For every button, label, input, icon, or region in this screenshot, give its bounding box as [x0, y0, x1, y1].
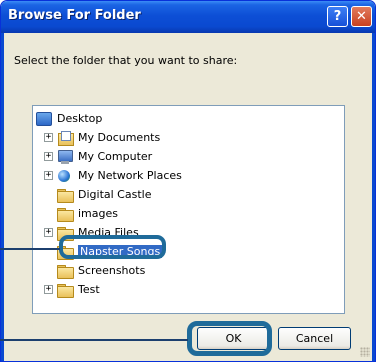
folder-icon — [57, 264, 74, 279]
expand-icon[interactable]: + — [44, 171, 53, 180]
desktop-icon — [36, 111, 52, 126]
tree-item-label: images — [78, 207, 118, 220]
tree-item-label: My Documents — [78, 131, 161, 144]
tree-item-label: My Computer — [78, 150, 153, 163]
tree-item-test[interactable]: + Test — [44, 280, 100, 299]
window-frame-right — [372, 33, 375, 361]
my-computer-icon — [57, 149, 73, 164]
tree-item-my-network-places[interactable]: + My Network Places — [44, 166, 182, 185]
folder-icon — [57, 283, 74, 298]
window-frame-left — [1, 33, 4, 361]
napster-songs-callout-ring — [59, 235, 166, 259]
title-bar[interactable]: Browse For Folder ? ✕ — [1, 1, 375, 33]
window-title: Browse For Folder — [8, 8, 141, 23]
folder-icon — [57, 188, 74, 203]
ok-callout-ring — [187, 321, 272, 356]
tree-item-desktop[interactable]: Desktop — [36, 109, 102, 128]
tree-item-label: My Network Places — [78, 169, 182, 182]
tree-item-images[interactable]: images — [57, 204, 118, 223]
tree-item-screenshots[interactable]: Screenshots — [57, 261, 145, 280]
my-documents-icon — [57, 130, 74, 146]
folder-tree[interactable]: Desktop + My Documents + My Computer + M… — [32, 105, 345, 314]
tree-item-my-documents[interactable]: + My Documents — [44, 128, 160, 147]
expand-icon[interactable]: + — [44, 152, 53, 161]
tree-item-digital-castle[interactable]: Digital Castle — [57, 185, 151, 204]
browse-for-folder-dialog: Browse For Folder ? ✕ Select the folder … — [0, 0, 376, 362]
tree-item-label: Screenshots — [78, 264, 146, 277]
expand-icon[interactable]: + — [44, 285, 53, 294]
callout-line-ok — [0, 339, 188, 341]
close-button[interactable]: ✕ — [351, 6, 372, 27]
prompt-text: Select the folder that you want to share… — [14, 54, 238, 67]
resize-grip-icon[interactable] — [360, 347, 370, 357]
tree-item-label: Desktop — [57, 112, 103, 125]
network-places-icon — [57, 169, 73, 183]
folder-icon — [57, 207, 74, 222]
tree-item-label: Test — [78, 283, 100, 296]
help-button[interactable]: ? — [327, 6, 348, 27]
expand-icon[interactable]: + — [44, 228, 53, 237]
expand-icon[interactable]: + — [44, 133, 53, 142]
tree-item-my-computer[interactable]: + My Computer — [44, 147, 152, 166]
tree-item-label: Digital Castle — [78, 188, 152, 201]
cancel-button[interactable]: Cancel — [278, 327, 351, 350]
callout-line-tree — [0, 248, 60, 250]
